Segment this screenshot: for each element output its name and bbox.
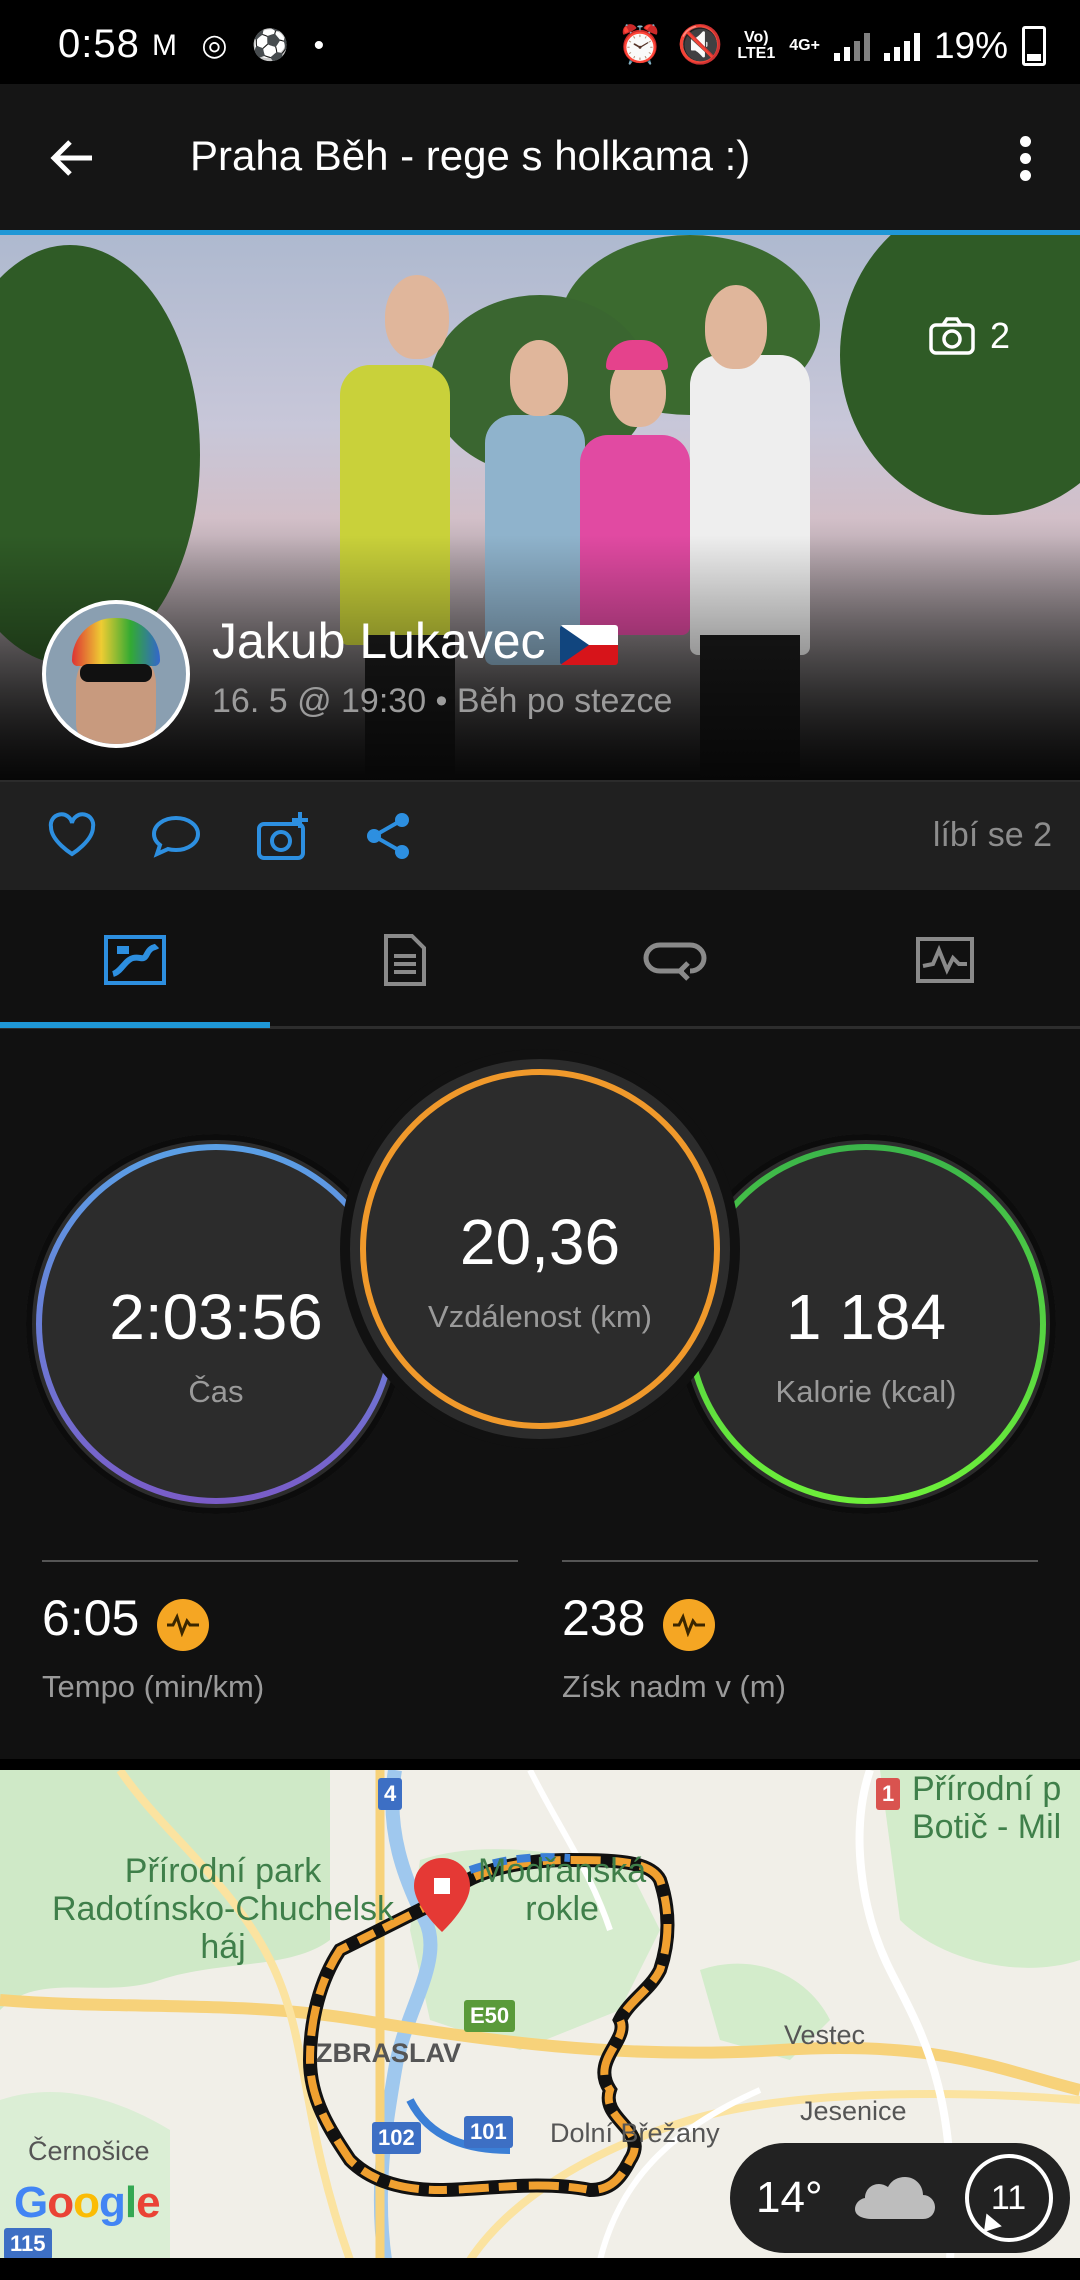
avatar[interactable]: [42, 600, 190, 748]
tab-overview[interactable]: [0, 890, 270, 1030]
czech-flag-icon: [559, 624, 618, 665]
battery-percent: 19%: [933, 24, 1008, 66]
action-bar: líbí se 2: [0, 780, 1080, 892]
distance-stat-circle[interactable]: 20,36 Vzdálenost (km): [350, 1059, 730, 1439]
notification-icons: M ◎ ⚽ •: [152, 28, 332, 63]
time-label: Čas: [188, 1374, 244, 1409]
time-value: 2:03:56: [109, 1281, 323, 1353]
tab-laps[interactable]: [540, 890, 810, 1030]
share-icon[interactable]: [362, 810, 414, 862]
status-bar: 0:58 M ◎ ⚽ • ⏰ 🔇 Vo) LTE1 4G+ 19%: [0, 0, 1080, 84]
status-right: ⏰ 🔇 Vo) LTE1 4G+ 19%: [617, 24, 1046, 67]
map-label-vestec: Vestec: [784, 2020, 866, 2050]
tab-details[interactable]: [270, 890, 540, 1030]
wind-indicator: 11: [964, 2154, 1053, 2242]
distance-value: 20,36: [459, 1206, 621, 1278]
instagram-icon: ◎: [201, 29, 236, 62]
pace-divider: [42, 1560, 518, 1562]
elevation-divider: [562, 1560, 1038, 1562]
user-name[interactable]: Jakub Lukavec: [212, 612, 618, 670]
chart-icon: [916, 937, 974, 983]
app-bar: Praha Běh - rege s holkama :): [0, 84, 1080, 232]
road-shield-1: 1: [876, 1778, 901, 1810]
wind-speed: 11: [990, 2178, 1027, 2217]
signal-icon-2: [883, 31, 920, 61]
elevation-value: 238: [562, 1590, 646, 1646]
map-label-modranska: Modřanská rokle: [478, 1852, 647, 1928]
road-shield-115: 115: [4, 2228, 52, 2260]
activity-tabs: [0, 890, 1080, 1030]
time-stat-circle[interactable]: 2:03:56 Čas: [26, 1134, 406, 1514]
calories-value: 1 184: [785, 1281, 947, 1353]
map-label-dolni-brezany: Dolní Břežany: [550, 2118, 720, 2148]
add-photo-icon[interactable]: [256, 810, 308, 862]
activity-title: Praha Běh - rege s holkama :): [190, 132, 751, 179]
weather-temperature: 14°: [756, 2173, 823, 2222]
photo-count-badge[interactable]: 2: [928, 315, 1010, 357]
volte-indicator: Vo) LTE1: [737, 28, 776, 62]
camera-icon: [929, 317, 975, 355]
elevation-label: Získ nadm v (m): [562, 1668, 786, 1704]
map-label-zbraslav: ZBRASLAV: [316, 2038, 461, 2068]
weather-widget[interactable]: 14° 11: [730, 2143, 1070, 2253]
lte-label: LTE1: [737, 44, 776, 62]
photo-count: 2: [989, 315, 1010, 356]
pace-value: 6:05: [42, 1590, 140, 1646]
alarm-icon: ⏰: [617, 24, 664, 65]
active-tab-indicator: [0, 1022, 270, 1028]
network-4g-indicator: 4G+: [789, 36, 820, 54]
pace-badge-icon: [157, 1598, 210, 1651]
mute-icon: 🔇: [677, 24, 724, 65]
road-shield-101: 101: [464, 2116, 513, 2148]
calories-stat-circle[interactable]: 1 184 Kalorie (kcal): [676, 1134, 1056, 1514]
status-time: 0:58: [58, 22, 140, 66]
route-map[interactable]: Přírodní park Radotínsko-Chuchelsk háj M…: [0, 1770, 1080, 2260]
football-icon: ⚽: [251, 29, 298, 62]
map-label-cernosice: Černošice: [28, 2136, 150, 2166]
road-shield-e50: E50: [464, 2000, 516, 2032]
navigation-bar: [0, 2258, 1080, 2280]
likes-count[interactable]: líbí se 2: [933, 816, 1052, 855]
volte-label: Vo): [743, 28, 769, 46]
like-heart-icon[interactable]: [46, 810, 98, 862]
activity-meta: 16. 5 @ 19:30 • Běh po stezce: [212, 682, 673, 720]
overflow-menu-icon[interactable]: [1020, 136, 1032, 181]
gmail-icon: M: [152, 29, 185, 62]
user-name-text: Jakub Lukavec: [212, 613, 546, 669]
document-icon: [384, 934, 426, 986]
overview-icon: [104, 935, 166, 985]
calories-label: Kalorie (kcal): [775, 1374, 957, 1409]
map-label-park: Přírodní park Radotínsko-Chuchelsk háj: [52, 1852, 395, 1966]
tab-charts[interactable]: [810, 890, 1080, 1030]
distance-label: Vzdálenost (km): [428, 1299, 652, 1334]
map-label-botic: Přírodní p Botič - Mil: [912, 1770, 1062, 1846]
map-label-jesenice: Jesenice: [800, 2096, 907, 2126]
back-arrow-icon[interactable]: [48, 134, 96, 182]
loop-icon: [643, 942, 707, 981]
road-shield-4: 4: [378, 1778, 403, 1810]
pace-stat[interactable]: 6:05 Tempo (min/km): [42, 1589, 264, 1705]
google-logo: Google: [14, 2178, 161, 2227]
stats-panel: 2:03:56 Čas 1 184 Kalorie (kcal) 20,36 V…: [0, 1029, 1080, 1759]
road-shield-102: 102: [372, 2122, 421, 2154]
pace-label: Tempo (min/km): [42, 1668, 265, 1704]
signal-icon-1: [833, 31, 870, 61]
elevation-badge-icon: [663, 1598, 716, 1651]
elevation-stat[interactable]: 238 Získ nadm v (m): [562, 1589, 786, 1705]
cloud-icon: [854, 2177, 935, 2219]
battery-icon: [1022, 25, 1046, 66]
comment-icon[interactable]: [150, 810, 202, 862]
more-notifications-icon: •: [313, 29, 333, 62]
